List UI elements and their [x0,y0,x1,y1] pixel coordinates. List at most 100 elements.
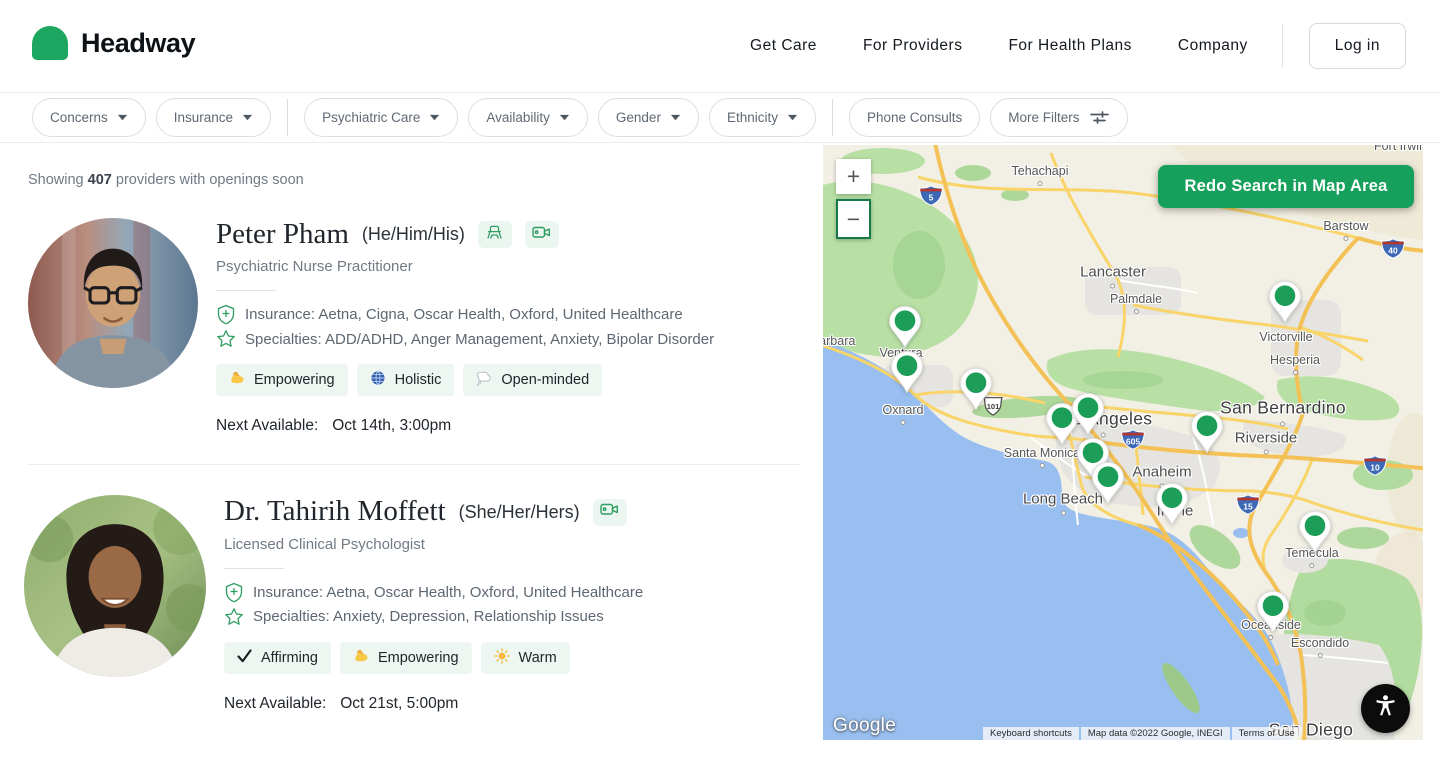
next-available: Next Available:Oct 21st, 5:00pm [224,695,643,713]
map-label-fort-irwin: Fort Irwin [1374,145,1423,153]
map-label-dot [1038,181,1043,186]
caret-down-icon [559,114,570,121]
nav-link-for-health-plans[interactable]: For Health Plans [1008,37,1131,55]
headway-logo-text: Headway [81,28,195,59]
map-label-san-bernardino: San Bernardino [1220,398,1346,427]
tag-affirming: Affirming [224,642,331,674]
filter-insurance[interactable]: Insurance [156,98,271,137]
specialties-text: Specialties: ADD/ADHD, Anger Management,… [245,331,714,348]
in-person-badge [478,221,512,248]
filter-ethnicity[interactable]: Ethnicity [709,98,816,137]
interstate-shield-5: 5 [919,185,943,211]
filter-label: Insurance [174,110,233,125]
map-label-dot [1293,370,1298,375]
specialties-line: Specialties: ADD/ADHD, Anger Management,… [216,329,714,349]
login-button[interactable]: Log in [1309,23,1406,69]
tag-label: Affirming [261,650,318,666]
map-pin[interactable] [1298,510,1332,554]
map-label-text: Santa Barbara [823,334,855,348]
muscle-icon [353,648,369,668]
headway-logo[interactable]: Headway [32,26,195,60]
provider-avatar[interactable] [28,218,198,388]
map-pin[interactable] [1256,590,1290,634]
video-badge [593,499,627,526]
map-pin[interactable] [1091,461,1125,505]
svg-text:605: 605 [1126,437,1140,447]
map-pin[interactable] [890,350,924,394]
interstate-shield-40: 40 [1381,238,1405,264]
map-label-dot [1264,450,1269,455]
map-label-dot [1268,635,1273,640]
filter-more-filters[interactable]: More Filters [990,98,1127,137]
map-pin[interactable] [959,367,993,411]
filter-psychiatric-care[interactable]: Psychiatric Care [304,98,458,137]
provider-card: Peter Pham(He/Him/His)Psychiatric Nurse … [28,218,823,435]
tag-holistic: Holistic [357,364,455,396]
filter-group-divider [832,99,833,136]
map-pin[interactable] [1190,410,1224,454]
tag-label: Warm [519,650,557,666]
redo-search-button[interactable]: Redo Search in Map Area [1158,165,1414,208]
map-label-text: San Bernardino [1220,398,1346,419]
map-label-dot [1344,236,1349,241]
filter-gender[interactable]: Gender [598,98,699,137]
map-pin[interactable] [888,305,922,349]
top-navigation-bar: Headway Get Care For Providers For Health … [0,0,1440,93]
attribution-item[interactable]: Terms of Use [1232,727,1302,740]
insurance-line: Insurance: Aetna, Oscar Health, Oxford, … [224,582,643,603]
nav-link-for-providers[interactable]: For Providers [863,37,963,55]
sun-icon [494,648,510,668]
accessibility-widget-button[interactable] [1361,684,1410,733]
tag-label: Holistic [395,372,442,388]
provider-pronouns: (She/Her/Hers) [459,502,580,523]
filter-concerns[interactable]: Concerns [32,98,146,137]
interstate-shield-605: 605 [1121,429,1145,455]
map-label-dot [1111,284,1116,289]
map-pin[interactable] [1071,392,1105,436]
map-label-oxnard: Oxnard [883,403,924,425]
svg-text:5: 5 [929,193,934,203]
map-label-victorville: Victorville [1259,330,1312,344]
map-label-hesperia: Hesperia [1270,353,1320,375]
provider-card-body: Peter Pham(He/Him/His)Psychiatric Nurse … [216,218,714,435]
nav-link-get-care[interactable]: Get Care [750,37,817,55]
map-label-dot [1134,309,1139,314]
map-label-text: Santa Monica [1004,446,1080,460]
map[interactable]: TehachapiFort IrwinBarstowLancasterPalmd… [823,145,1423,740]
results-count: 407 [88,172,112,188]
filter-label: Psychiatric Care [322,110,420,125]
filter-availability[interactable]: Availability [468,98,588,137]
attribution-item[interactable]: Keyboard shortcuts [983,727,1079,740]
zoom-in-button[interactable]: + [836,159,871,194]
attribution-item: Map data ©2022 Google, INEGI [1081,727,1230,740]
card-divider [28,464,800,465]
nav-links: Get Care For Providers For Health Plans Com… [704,0,1406,92]
tag-open-minded: Open-minded [463,364,602,396]
map-label-dot [1318,653,1323,658]
title-divider [216,290,276,291]
provider-avatar[interactable] [24,495,206,677]
results-count-text: Showing 407 providers with openings soon [28,172,823,188]
sliders-icon [1089,110,1110,125]
filter-group-divider [287,99,288,136]
provider-card: Dr. Tahirih Moffett(She/Her/Hers)License… [28,495,823,712]
next-available-label: Next Available: [216,417,318,434]
nav-link-company[interactable]: Company [1178,37,1248,55]
headway-logo-icon [32,26,68,60]
provider-name[interactable]: Peter Pham [216,218,349,251]
globe-icon [370,370,386,390]
shield-plus-icon [216,304,236,325]
filter-label: Concerns [50,110,108,125]
tag-empowering: Empowering [216,364,348,396]
map-pin[interactable] [1155,482,1189,526]
provider-card-body: Dr. Tahirih Moffett(She/Her/Hers)License… [224,495,643,712]
google-logo[interactable]: Google [833,715,896,737]
map-label-text: Palmdale [1110,292,1162,306]
map-pin[interactable] [1268,280,1302,324]
map-label-dot [901,420,906,425]
filter-phone-consults[interactable]: Phone Consults [849,98,980,137]
star-icon [216,329,236,349]
zoom-out-button[interactable]: − [836,199,871,239]
map-label-dot [1310,563,1315,568]
provider-name[interactable]: Dr. Tahirih Moffett [224,495,446,528]
